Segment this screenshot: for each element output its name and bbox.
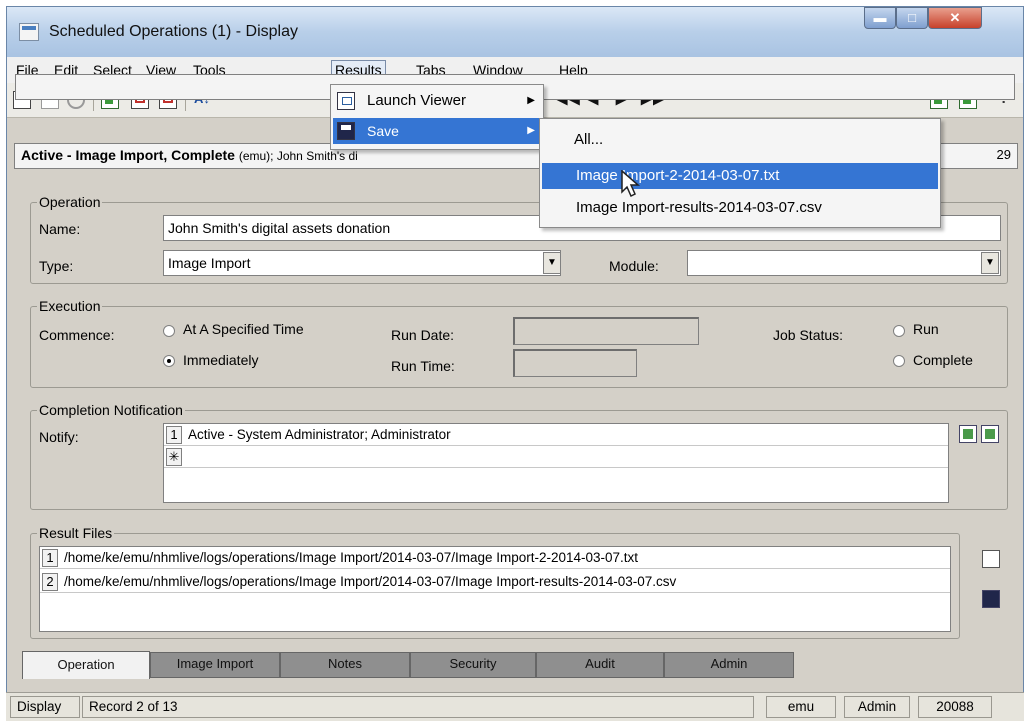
detach-notify-icon[interactable] — [981, 425, 999, 443]
status-bar: Display Record 2 of 13 emu Admin 20088 — [6, 692, 1024, 721]
app-icon — [19, 23, 39, 41]
notify-new-row[interactable]: ✳ — [164, 446, 948, 468]
run-date-field[interactable] — [513, 317, 699, 345]
result-files-grid[interactable]: 1 /home/ke/emu/nhmlive/logs/operations/I… — [39, 546, 951, 632]
save-submenu: All... Image Import-2-2014-03-07.txt Ima… — [539, 118, 941, 228]
commence-label: Commence: — [39, 327, 115, 343]
complete-label: Complete — [913, 352, 973, 368]
row-number: 1 — [166, 426, 182, 444]
status-group: Admin — [844, 696, 910, 718]
tab-admin[interactable]: Admin — [664, 652, 794, 678]
name-label: Name: — [39, 221, 81, 237]
window-title: Scheduled Operations (1) - Display — [49, 23, 299, 40]
result-files-group: Result Files 1 /home/ke/emu/nhmlive/logs… — [30, 525, 960, 639]
module-lookup-icon[interactable]: ▼ — [981, 252, 999, 274]
tab-operation[interactable]: Operation — [22, 651, 150, 679]
result-file-row[interactable]: 2 /home/ke/emu/nhmlive/logs/operations/I… — [40, 571, 950, 593]
immediately-radio[interactable] — [163, 355, 175, 367]
save-results-icon[interactable] — [982, 590, 1000, 608]
submenu-arrow-icon: ▶ — [527, 95, 535, 106]
menu-launch-viewer[interactable]: Launch Viewer ▶ — [333, 88, 541, 114]
menu-launch-viewer-label: Launch Viewer — [367, 92, 466, 109]
specified-time-label: At A Specified Time — [183, 321, 304, 337]
status-user: emu — [766, 696, 836, 718]
record-number: 29 — [996, 147, 1011, 162]
notification-group: Completion Notification Notify: 1 Active… — [30, 402, 1008, 510]
mouse-cursor-icon — [620, 169, 642, 201]
result-files-legend: Result Files — [37, 525, 115, 541]
type-dropdown-icon[interactable]: ▼ — [543, 252, 561, 274]
job-status-label: Job Status: — [773, 327, 844, 343]
save-txt-item[interactable]: Image Import-2-2014-03-07.txt — [542, 163, 938, 189]
launch-viewer-icon — [337, 92, 355, 110]
complete-radio[interactable] — [893, 355, 905, 367]
title-bar[interactable]: Scheduled Operations (1) - Display ▬ □ ✕ — [7, 7, 1023, 57]
row-number: 1 — [42, 549, 58, 567]
specified-time-radio[interactable] — [163, 325, 175, 337]
notify-grid[interactable]: 1 Active - System Administrator; Adminis… — [163, 423, 949, 503]
result-file-path: /home/ke/emu/nhmlive/logs/operations/Ima… — [64, 574, 677, 589]
operation-legend: Operation — [37, 194, 103, 210]
results-menu: Launch Viewer ▶ Save ▶ — [330, 84, 544, 150]
run-time-field[interactable] — [513, 349, 637, 377]
submenu-arrow-icon: ▶ — [527, 125, 535, 136]
run-label: Run — [913, 321, 939, 337]
result-file-path: /home/ke/emu/nhmlive/logs/operations/Ima… — [64, 550, 639, 565]
status-count: 20088 — [918, 696, 992, 718]
status-record: Record 2 of 13 — [82, 696, 754, 718]
minimize-button[interactable]: ▬ — [864, 7, 896, 29]
run-date-label: Run Date: — [391, 327, 455, 343]
module-label: Module: — [609, 258, 659, 274]
notify-entry: Active - System Administrator; Administr… — [188, 427, 451, 442]
notification-legend: Completion Notification — [37, 402, 185, 418]
attach-notify-icon[interactable] — [959, 425, 977, 443]
row-number: 2 — [42, 573, 58, 591]
close-button[interactable]: ✕ — [928, 7, 982, 29]
status-mode: Display — [10, 696, 80, 718]
module-field[interactable] — [687, 250, 1001, 276]
record-title: Active - Image Import, Complete (emu); J… — [21, 147, 358, 163]
save-icon — [337, 122, 355, 140]
launch-viewer-icon[interactable] — [982, 550, 1000, 568]
run-radio[interactable] — [893, 325, 905, 337]
execution-group: Execution Commence: At A Specified Time … — [30, 298, 1008, 388]
run-time-label: Run Time: — [391, 358, 455, 374]
tab-security[interactable]: Security — [410, 652, 536, 678]
tab-image-import[interactable]: Image Import — [150, 652, 280, 678]
save-csv-item[interactable]: Image Import-results-2014-03-07.csv — [542, 195, 938, 221]
immediately-label: Immediately — [183, 352, 259, 368]
tab-audit[interactable]: Audit — [536, 652, 664, 678]
menu-save[interactable]: Save ▶ — [333, 118, 541, 144]
notify-label: Notify: — [39, 429, 79, 445]
save-all-item[interactable]: All... — [542, 127, 938, 153]
menu-save-label: Save — [367, 123, 399, 139]
type-field[interactable]: Image Import — [163, 250, 561, 276]
new-row-icon: ✳ — [166, 448, 182, 466]
tab-notes[interactable]: Notes — [280, 652, 410, 678]
execution-legend: Execution — [37, 298, 103, 314]
maximize-button[interactable]: □ — [896, 7, 928, 29]
result-file-row[interactable]: 1 /home/ke/emu/nhmlive/logs/operations/I… — [40, 547, 950, 569]
type-label: Type: — [39, 258, 74, 274]
notify-row[interactable]: 1 Active - System Administrator; Adminis… — [164, 424, 948, 446]
tab-bar: Operation Image Import Notes Security Au… — [14, 651, 1014, 680]
